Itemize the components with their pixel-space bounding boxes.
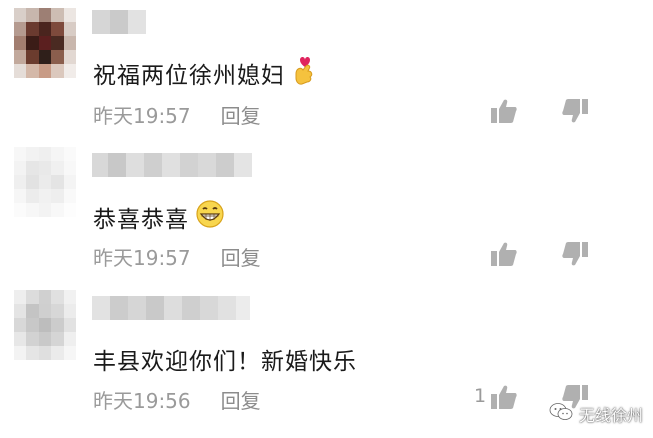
like-button[interactable] — [490, 98, 518, 124]
username-blurred[interactable] — [92, 10, 146, 34]
wechat-icon — [549, 402, 573, 426]
username-blurred[interactable] — [92, 296, 250, 320]
comment-text: 恭喜恭喜 — [93, 199, 225, 235]
finger-heart-emoji-icon — [291, 54, 317, 92]
like-button[interactable] — [490, 384, 518, 410]
comment-item: 恭喜恭喜 昨天19:57 回复 — [0, 143, 653, 286]
comment-text: 丰县欢迎你们！新婚快乐 — [93, 349, 357, 375]
reply-button[interactable]: 回复 — [221, 385, 261, 414]
thumbs-up-icon — [491, 385, 517, 409]
dislike-button[interactable] — [561, 241, 589, 267]
avatar[interactable] — [14, 8, 76, 78]
like-count: 1 — [474, 385, 487, 407]
comment-meta: 昨天19:57 回复 — [93, 100, 261, 129]
comment-meta: 昨天19:57 回复 — [93, 242, 261, 271]
watermark: 无线徐州 — [549, 402, 643, 426]
thumbs-down-icon — [562, 242, 588, 266]
username-blurred[interactable] — [92, 153, 252, 177]
avatar[interactable] — [14, 147, 76, 217]
comment-time: 昨天19:56 — [93, 389, 191, 413]
reply-button[interactable]: 回复 — [221, 242, 261, 271]
thumbs-down-icon — [562, 99, 588, 123]
thumbs-up-icon — [491, 242, 517, 266]
thumbs-up-icon — [491, 99, 517, 123]
avatar[interactable] — [14, 290, 76, 360]
dislike-button[interactable] — [561, 98, 589, 124]
like-button[interactable] — [490, 241, 518, 267]
comment-time: 昨天19:57 — [93, 104, 191, 128]
comment-text: 祝福两位徐州媳妇 — [93, 54, 317, 92]
comment-item: 祝福两位徐州媳妇 昨天19:57 回复 — [0, 0, 653, 143]
reply-button[interactable]: 回复 — [221, 100, 261, 129]
watermark-text: 无线徐州 — [578, 406, 643, 425]
comment-time: 昨天19:57 — [93, 246, 191, 270]
comment-meta: 昨天19:56 回复 — [93, 385, 261, 414]
grin-emoji-icon — [195, 199, 225, 235]
